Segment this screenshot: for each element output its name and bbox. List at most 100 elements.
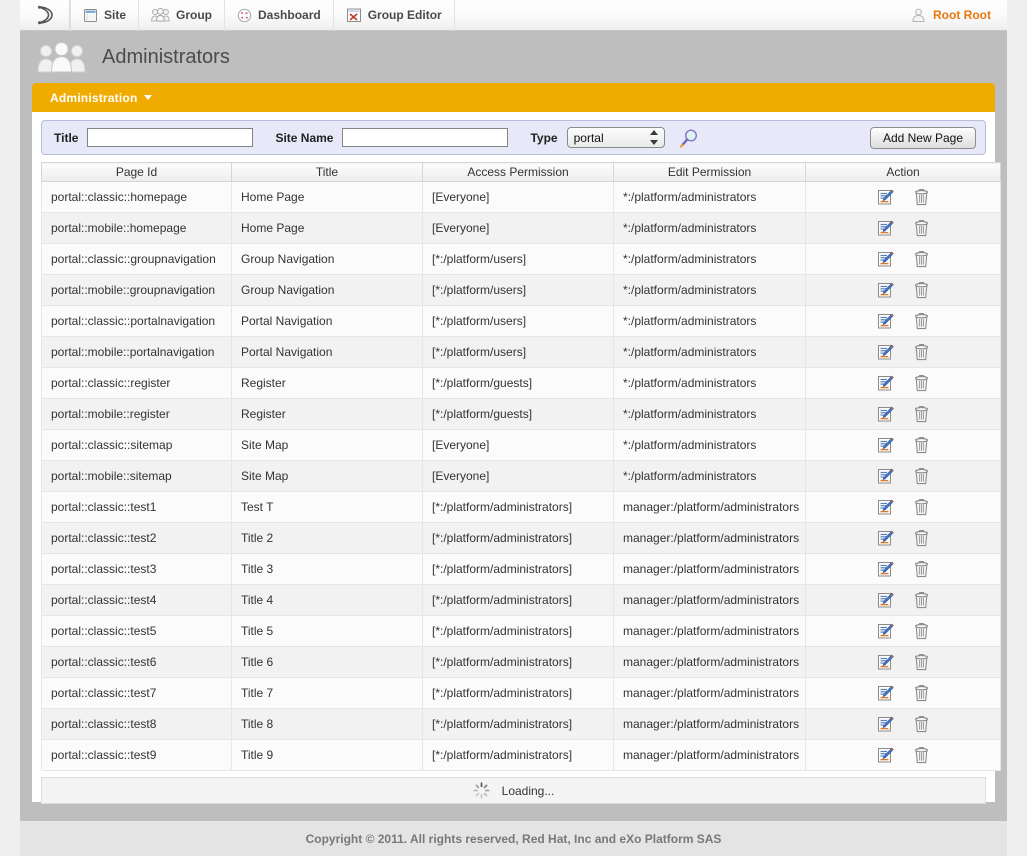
- column-header-page-id[interactable]: Page Id: [41, 162, 232, 182]
- cell-title: Title 3: [231, 553, 423, 585]
- column-header-access-permission[interactable]: Access Permission: [422, 162, 614, 182]
- trash-delete-icon[interactable]: [913, 653, 930, 671]
- table-row[interactable]: portal::classic::homepage Home Page [Every…: [41, 181, 1001, 213]
- cell-title: Title 6: [231, 646, 423, 678]
- trash-delete-icon[interactable]: [913, 343, 930, 361]
- edit-pencil-icon[interactable]: [877, 592, 894, 609]
- table-row[interactable]: portal::mobile::portalnavigation Portal N…: [41, 336, 1001, 368]
- cell-page-id: portal::classic::test9: [41, 739, 232, 771]
- trash-delete-icon[interactable]: [913, 529, 930, 547]
- table-row[interactable]: portal::mobile::homepage Home Page [Everyo…: [41, 212, 1001, 244]
- cell-action: [805, 367, 1001, 399]
- cell-page-id: portal::classic::test5: [41, 615, 232, 647]
- type-select-wrapper: portalgroupuser: [566, 127, 665, 148]
- cell-edit: manager:/platform/administrators: [613, 739, 806, 771]
- table-row[interactable]: portal::classic::test1 Test T [*:/platform…: [41, 491, 1001, 523]
- edit-pencil-icon[interactable]: [877, 189, 894, 206]
- trash-delete-icon[interactable]: [913, 405, 930, 423]
- trash-delete-icon[interactable]: [913, 436, 930, 454]
- edit-pencil-icon[interactable]: [877, 282, 894, 299]
- table-row[interactable]: portal::mobile::groupnavigation Group Nav…: [41, 274, 1001, 306]
- table-row[interactable]: portal::classic::test2 Title 2 [*:/platfor…: [41, 522, 1001, 554]
- table-row[interactable]: portal::classic::test9 Title 9 [*:/platfor…: [41, 739, 1001, 771]
- loading-label: Loading...: [501, 783, 555, 798]
- exo-logo-icon[interactable]: [20, 0, 70, 31]
- trash-delete-icon[interactable]: [913, 467, 930, 485]
- edit-pencil-icon[interactable]: [877, 468, 894, 485]
- column-header-edit-permission[interactable]: Edit Permission: [613, 162, 806, 182]
- cell-action: [805, 522, 1001, 554]
- edit-pencil-icon[interactable]: [877, 716, 894, 733]
- cell-page-id: portal::classic::test2: [41, 522, 232, 554]
- trash-delete-icon[interactable]: [913, 684, 930, 702]
- cell-action: [805, 677, 1001, 709]
- edit-pencil-icon[interactable]: [877, 623, 894, 640]
- table-row[interactable]: portal::classic::test4 Title 4 [*:/platfor…: [41, 584, 1001, 616]
- trash-delete-icon[interactable]: [913, 250, 930, 268]
- trash-delete-icon[interactable]: [913, 281, 930, 299]
- table-row[interactable]: portal::classic::test6 Title 6 [*:/platfor…: [41, 646, 1001, 678]
- toolbar-item-dashboard[interactable]: Dashboard: [225, 0, 334, 31]
- toolbar-item-site[interactable]: Site: [70, 0, 140, 31]
- cell-page-id: portal::classic::portalnavigation: [41, 305, 232, 337]
- cell-access: [*:/platform/users]: [422, 305, 614, 337]
- edit-pencil-icon[interactable]: [877, 499, 894, 516]
- table-row[interactable]: portal::classic::test8 Title 8 [*:/platfor…: [41, 708, 1001, 740]
- title-input[interactable]: [87, 128, 254, 147]
- cell-title: Register: [231, 398, 423, 430]
- add-new-page-button[interactable]: Add New Page: [869, 126, 976, 149]
- edit-pencil-icon[interactable]: [877, 561, 894, 578]
- column-header-action: Action: [805, 162, 1001, 182]
- edit-pencil-icon[interactable]: [877, 530, 894, 547]
- cell-edit: manager:/platform/administrators: [613, 553, 806, 585]
- trash-delete-icon[interactable]: [913, 746, 930, 764]
- cell-action: [805, 553, 1001, 585]
- table-row[interactable]: portal::mobile::sitemap Site Map [Everyone…: [41, 460, 1001, 492]
- cell-action: [805, 336, 1001, 368]
- table-row[interactable]: portal::classic::sitemap Site Map [Everyon…: [41, 429, 1001, 461]
- search-magnifier-icon[interactable]: [678, 127, 700, 149]
- trash-delete-icon[interactable]: [913, 560, 930, 578]
- title-filter-label: Title: [54, 130, 79, 145]
- cell-edit: manager:/platform/administrators: [613, 522, 806, 554]
- user-menu[interactable]: Root Root: [901, 0, 1007, 31]
- trash-delete-icon[interactable]: [913, 591, 930, 609]
- trash-delete-icon[interactable]: [913, 312, 930, 330]
- table-row[interactable]: portal::classic::groupnavigation Group Na…: [41, 243, 1001, 275]
- top-toolbar: Site Group Dashboard Group Editor Root R…: [20, 0, 1007, 31]
- edit-pencil-icon[interactable]: [877, 406, 894, 423]
- edit-pencil-icon[interactable]: [877, 685, 894, 702]
- trash-delete-icon[interactable]: [913, 374, 930, 392]
- trash-delete-icon[interactable]: [913, 188, 930, 206]
- toolbar-item-group-editor[interactable]: Group Editor: [334, 0, 455, 31]
- trash-delete-icon[interactable]: [913, 715, 930, 733]
- edit-pencil-icon[interactable]: [877, 220, 894, 237]
- trash-delete-icon[interactable]: [913, 622, 930, 640]
- edit-pencil-icon[interactable]: [877, 747, 894, 764]
- table-row[interactable]: portal::classic::portalnavigation Portal …: [41, 305, 1001, 337]
- application-bar[interactable]: Administration: [32, 83, 995, 112]
- edit-pencil-icon[interactable]: [877, 313, 894, 330]
- administrators-group-icon: [37, 40, 87, 74]
- table-row[interactable]: portal::mobile::register Register [*:/plat…: [41, 398, 1001, 430]
- trash-delete-icon[interactable]: [913, 219, 930, 237]
- sitename-input[interactable]: [342, 128, 509, 147]
- table-row[interactable]: portal::classic::test5 Title 5 [*:/platfor…: [41, 615, 1001, 647]
- edit-pencil-icon[interactable]: [877, 344, 894, 361]
- edit-pencil-icon[interactable]: [877, 251, 894, 268]
- table-row[interactable]: portal::classic::test3 Title 3 [*:/platfor…: [41, 553, 1001, 585]
- column-header-title[interactable]: Title: [231, 162, 423, 182]
- type-select[interactable]: portalgroupuser: [566, 127, 665, 148]
- cell-edit: *:/platform/administrators: [613, 181, 806, 213]
- edit-pencil-icon[interactable]: [877, 437, 894, 454]
- chevron-down-icon[interactable]: [144, 95, 153, 100]
- page-header: Administrators: [20, 31, 1007, 83]
- edit-pencil-icon[interactable]: [877, 654, 894, 671]
- trash-delete-icon[interactable]: [913, 498, 930, 516]
- cell-title: Test T: [231, 491, 423, 523]
- table-row[interactable]: portal::classic::test7 Title 7 [*:/platfor…: [41, 677, 1001, 709]
- toolbar-item-group[interactable]: Group: [139, 0, 226, 31]
- table-row[interactable]: portal::classic::register Register [*:/pla…: [41, 367, 1001, 399]
- group-icon: [151, 8, 170, 22]
- edit-pencil-icon[interactable]: [877, 375, 894, 392]
